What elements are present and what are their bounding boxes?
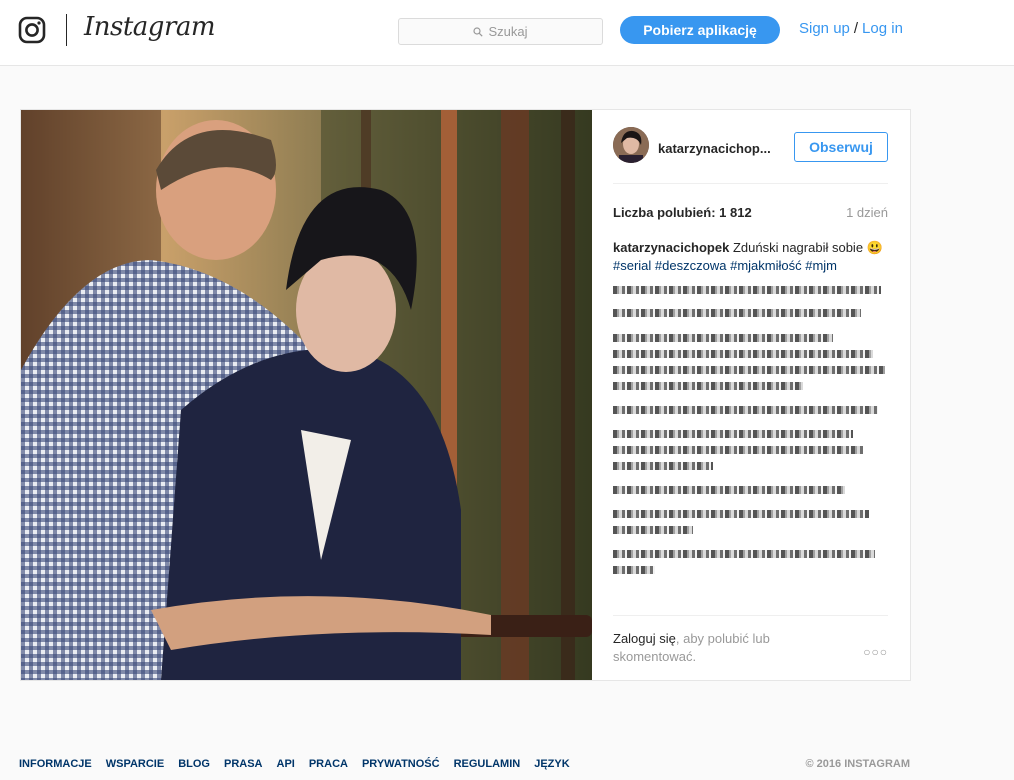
signup-link[interactable]: Sign up	[799, 20, 850, 37]
blurred-line	[613, 406, 878, 414]
blurred-line	[613, 366, 885, 374]
login-link[interactable]: Log in	[862, 20, 903, 37]
blurred-line	[613, 334, 833, 342]
footer-link-api[interactable]: API	[277, 758, 295, 770]
blurred-line	[613, 566, 655, 574]
blurred-line	[613, 309, 861, 317]
blurred-line	[613, 550, 875, 558]
search-icon	[473, 26, 484, 37]
hashtag-mjm[interactable]: #mjm	[805, 258, 837, 273]
caption-username[interactable]: katarzynacichopek	[613, 240, 729, 255]
download-app-button[interactable]: Pobierz aplikację	[620, 16, 780, 44]
likes-count: Liczba polubień: 1 812	[613, 205, 752, 220]
post-username[interactable]: katarzynacichop...	[658, 141, 780, 156]
footer-link-informacje[interactable]: INFORMACJE	[19, 758, 92, 770]
footer-links: INFORMACJE WSPARCIE BLOG PRASA API PRACA…	[19, 758, 570, 770]
footer-link-blog[interactable]: BLOG	[178, 758, 210, 770]
hashtag-serial[interactable]: #serial	[613, 258, 651, 273]
follow-button[interactable]: Obserwuj	[794, 132, 888, 162]
footer-link-regulamin[interactable]: REGULAMIN	[454, 758, 521, 770]
logo-divider	[66, 14, 67, 46]
post-card: katarzynacichop... Obserwuj Liczba polub…	[20, 109, 911, 681]
hashtag-mjakmilosc[interactable]: #mjakmiłość	[730, 258, 802, 273]
auth-separator: /	[853, 20, 859, 37]
search-placeholder: Szukaj	[488, 24, 528, 39]
instagram-camera-icon[interactable]	[18, 16, 46, 44]
instagram-wordmark-logo[interactable]: Instagram	[84, 12, 216, 42]
footer-divider	[613, 615, 888, 616]
blurred-comments	[613, 282, 888, 588]
footer-link-prasa[interactable]: PRASA	[224, 758, 263, 770]
top-nav-bar: Instagram Szukaj Pobierz aplikację Sign …	[0, 0, 1014, 66]
copyright: © 2016 INSTAGRAM	[805, 758, 910, 770]
blurred-line	[613, 462, 713, 470]
blurred-line	[613, 526, 693, 534]
post-photo[interactable]	[21, 110, 592, 680]
more-options-icon[interactable]: ○○○	[863, 645, 888, 659]
hashtag-deszczowa[interactable]: #deszczowa	[655, 258, 727, 273]
smiley-emoji-icon: 😃	[866, 240, 883, 255]
login-prompt: Zaloguj się, aby polubić lub skomentować…	[613, 630, 843, 666]
footer-link-wsparcie[interactable]: WSPARCIE	[106, 758, 164, 770]
header-divider	[613, 183, 888, 184]
login-link-inline[interactable]: Zaloguj się	[613, 631, 676, 646]
footer-link-praca[interactable]: PRACA	[309, 758, 348, 770]
blurred-line	[613, 286, 881, 294]
post-time[interactable]: 1 dzień	[846, 205, 888, 220]
post-sidebar: katarzynacichop... Obserwuj Liczba polub…	[592, 110, 910, 680]
blurred-line	[613, 446, 863, 454]
caption-text: Zduński nagrabił sobie	[732, 240, 864, 255]
blurred-line	[613, 430, 853, 438]
blurred-line	[613, 382, 803, 390]
footer-link-prywatnosc[interactable]: PRYWATNOŚĆ	[362, 758, 440, 770]
avatar[interactable]	[613, 127, 649, 163]
blurred-line	[613, 350, 873, 358]
search-input[interactable]: Szukaj	[398, 18, 603, 45]
blurred-line	[613, 486, 845, 494]
post-caption: katarzynacichopek Zduński nagrabił sobie…	[613, 239, 888, 275]
blurred-line	[613, 510, 869, 518]
post-photo-image	[21, 110, 592, 680]
footer-link-jezyk[interactable]: JĘZYK	[534, 758, 569, 770]
auth-links: Sign up / Log in	[799, 20, 903, 37]
